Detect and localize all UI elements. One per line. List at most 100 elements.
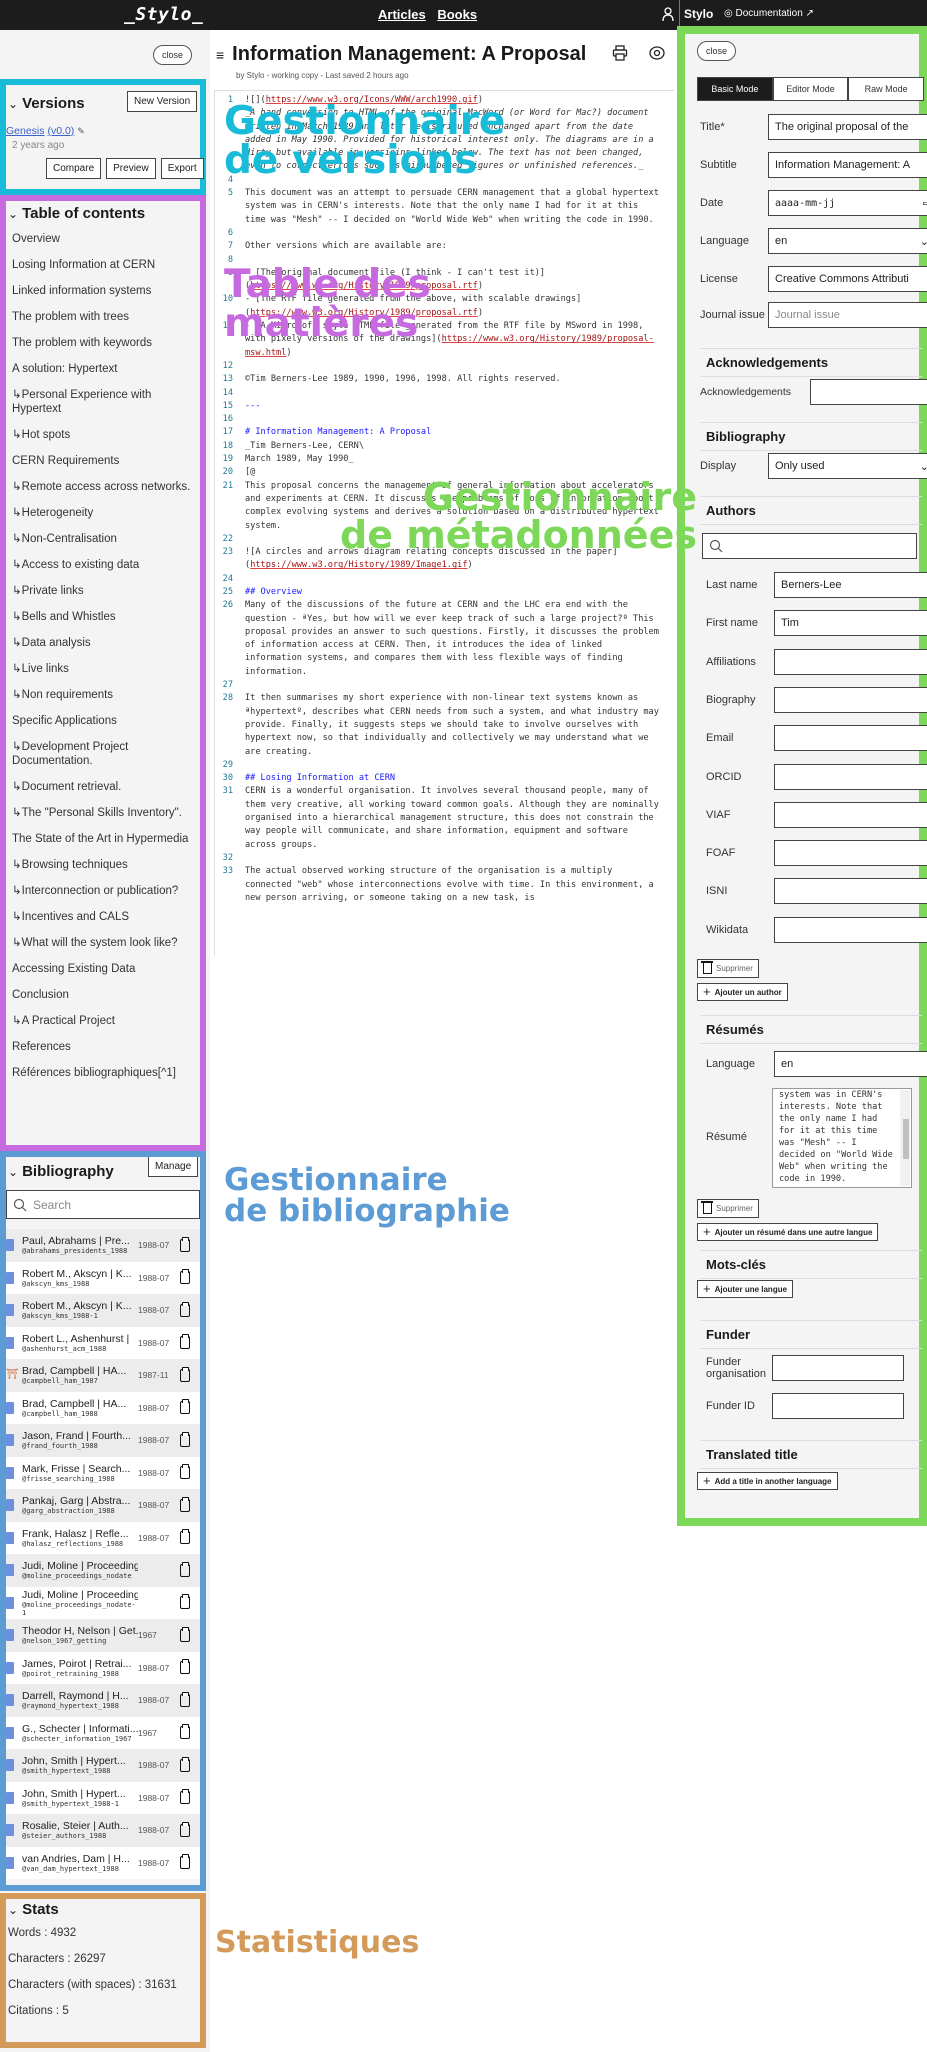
menu-icon[interactable]: ≡ (216, 47, 224, 63)
tab-raw-mode[interactable]: Raw Mode (848, 77, 925, 101)
bibliography-entry[interactable]: van Andries, Dam | H... @van_dam_hypertex… (6, 1846, 200, 1879)
app-logo[interactable]: _Stylo_ (124, 4, 203, 25)
clipboard-icon[interactable] (180, 1269, 190, 1285)
clipboard-icon[interactable] (180, 1594, 190, 1610)
author-field-input[interactable] (774, 801, 927, 828)
add-keyword-language-button[interactable]: + Ajouter une langue (697, 1280, 794, 1298)
user-icon[interactable] (661, 6, 675, 22)
bibliography-entry[interactable]: Robert M., Akscyn | K... @akscyn_kms_1988… (6, 1294, 200, 1327)
delete-resume-button[interactable]: Supprimer (697, 1199, 759, 1218)
toc-item[interactable]: ↳Incentives and CALS (6, 904, 200, 930)
toc-toggle[interactable]: ⌄ Table of contents (6, 201, 200, 226)
toc-item[interactable]: ↳What will the system look like? (6, 930, 200, 956)
print-icon[interactable] (612, 45, 628, 61)
toc-item[interactable]: ↳A Practical Project (6, 1008, 200, 1034)
version-name[interactable]: Genesis (6, 125, 45, 137)
author-field-input[interactable]: Tim (774, 610, 927, 637)
funder-org-input[interactable] (772, 1355, 904, 1381)
clipboard-icon[interactable] (180, 1496, 190, 1512)
author-field-input[interactable] (774, 878, 927, 905)
clipboard-icon[interactable] (180, 1399, 190, 1415)
toc-item[interactable]: ↳Access to existing data (6, 552, 200, 578)
toc-item[interactable]: ↳Non requirements (6, 682, 200, 708)
bibliography-entry[interactable]: Theodor H, Nelson | Get... @nelson_1967_g… (6, 1619, 200, 1652)
compare-button[interactable]: Compare (46, 158, 102, 179)
toc-item[interactable]: ↳Heterogeneity (6, 500, 200, 526)
version-number[interactable]: (v0.0) (47, 125, 74, 137)
author-field-input[interactable] (774, 840, 927, 867)
author-field-input[interactable] (774, 686, 927, 713)
toc-item[interactable]: ↳Development Project Documentation. (6, 734, 200, 774)
clipboard-icon[interactable] (180, 1789, 190, 1805)
tab-editor-mode[interactable]: Editor Mode (772, 77, 849, 101)
add-author-button[interactable]: + Ajouter un author (697, 983, 788, 1001)
bibliography-entry[interactable]: Jason, Frand | Fourth... @frand_fourth_19… (6, 1424, 200, 1457)
toc-item[interactable]: Losing Information at CERN (6, 252, 200, 278)
toc-item[interactable]: ↳Interconnection or publication? (6, 878, 200, 904)
clipboard-icon[interactable] (180, 1691, 190, 1707)
clipboard-icon[interactable] (180, 1366, 190, 1382)
clipboard-icon[interactable] (180, 1561, 190, 1577)
acknowledgements-input[interactable] (810, 379, 927, 405)
bibliography-entry[interactable]: John, Smith | Hypert... @smith_hypertext_… (6, 1781, 200, 1814)
toc-item[interactable]: Accessing Existing Data (6, 956, 200, 982)
bibliography-search[interactable]: Search (6, 1190, 200, 1219)
nav-books[interactable]: Books (437, 7, 477, 22)
toc-item[interactable]: A solution: Hypertext (6, 356, 200, 382)
preview-button[interactable]: Preview (106, 158, 156, 179)
toc-item[interactable]: The problem with keywords (6, 330, 200, 356)
nav-articles[interactable]: Articles (378, 7, 426, 22)
toc-item[interactable]: ↳Bells and Whistles (6, 604, 200, 630)
toc-item[interactable]: ↳Document retrieval. (6, 774, 200, 800)
bibliography-entry[interactable]: Robert M., Akscyn | K... @akscyn_kms_1988… (6, 1261, 200, 1294)
close-left-panel-button[interactable]: close (153, 45, 193, 65)
toc-item[interactable]: ↳Private links (6, 578, 200, 604)
author-field-input[interactable] (774, 648, 927, 675)
toc-item[interactable]: ↳Personal Experience with Hypertext (6, 382, 200, 422)
clipboard-icon[interactable] (180, 1431, 190, 1447)
tab-basic-mode[interactable]: Basic Mode (697, 77, 773, 101)
subtitle-input[interactable]: Information Management: A (768, 152, 927, 178)
bibliography-entry[interactable]: ⛩ Brad, Campbell | HA... @campbell_ham_198… (6, 1359, 200, 1392)
manage-bibliography-button[interactable]: Manage (148, 1157, 199, 1177)
edit-pencil-icon[interactable]: ✎ (77, 126, 85, 136)
bibliography-entry[interactable]: Robert L., Ashenhurst | @ashenhurst_acm_1… (6, 1326, 200, 1359)
toc-item[interactable]: References (6, 1034, 200, 1060)
clipboard-icon[interactable] (180, 1236, 190, 1252)
clipboard-icon[interactable] (180, 1464, 190, 1480)
clipboard-icon[interactable] (180, 1626, 190, 1642)
resume-language-select[interactable]: en⌄ (774, 1051, 927, 1077)
toc-item[interactable]: ↳Data analysis (6, 630, 200, 656)
toc-item[interactable]: Overview (6, 226, 200, 252)
author-search-input[interactable] (702, 533, 917, 559)
documentation-link[interactable]: ◎ Documentation ↗ (724, 8, 814, 19)
toc-item[interactable]: ↳Live links (6, 656, 200, 682)
stats-toggle[interactable]: ⌄ Stats (6, 1899, 200, 1920)
author-field-input[interactable] (774, 763, 927, 790)
author-field-input[interactable] (774, 725, 927, 752)
bibliography-toggle[interactable]: ⌄ Bibliography (8, 1163, 114, 1180)
date-input[interactable]: aaaa-mm-jj▭ (768, 190, 927, 216)
toc-item[interactable]: Références bibliographiques[^1] (6, 1060, 200, 1086)
clipboard-icon[interactable] (180, 1756, 190, 1772)
author-field-input[interactable]: Berners-Lee (774, 572, 927, 598)
bibliography-entry[interactable]: Brad, Campbell | HA... @campbell_ham_1988… (6, 1391, 200, 1424)
toc-item[interactable]: The problem with trees (6, 304, 200, 330)
toc-item[interactable]: ↳Browsing techniques (6, 852, 200, 878)
clipboard-icon[interactable] (180, 1724, 190, 1740)
bibliography-entry[interactable]: John, Smith | Hypert... @smith_hypertext_… (6, 1749, 200, 1782)
author-field-input[interactable] (774, 916, 927, 943)
delete-author-button[interactable]: Supprimer (697, 959, 759, 978)
resume-textarea[interactable]: system was in CERN's interests. Note tha… (772, 1088, 912, 1188)
bibliography-entry[interactable]: Judi, Moline | Proceedings ...@moline_pr… (6, 1586, 200, 1619)
clipboard-icon[interactable] (180, 1854, 190, 1870)
language-select[interactable]: en⌄ (768, 228, 927, 254)
toc-item[interactable]: Conclusion (6, 982, 200, 1008)
versions-toggle[interactable]: ⌄ Versions (8, 95, 85, 112)
bibliography-entry[interactable]: Judi, Moline | Proceedings ...@moline_pr… (6, 1554, 200, 1587)
journal-input[interactable]: Journal issue (768, 302, 927, 328)
license-input[interactable]: Creative Commons Attributi (768, 266, 927, 292)
bibliography-entry[interactable]: Darrell, Raymond | H... @raymond_hypertex… (6, 1684, 200, 1717)
export-button[interactable]: Export (160, 158, 204, 179)
close-metadata-button[interactable]: close (697, 41, 737, 61)
